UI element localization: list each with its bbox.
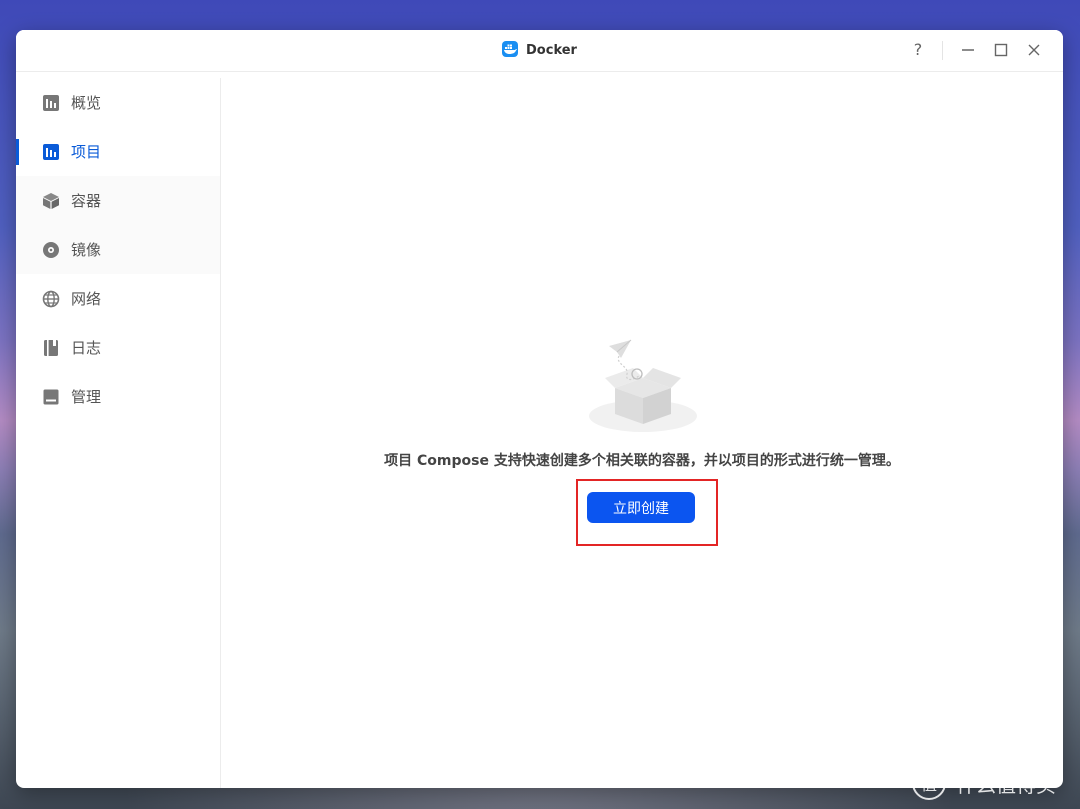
title-bar: Docker ? [16, 30, 1063, 72]
image-disc-icon [42, 241, 60, 259]
close-icon [1028, 44, 1040, 56]
sidebar-item-container[interactable]: 容器 [16, 176, 220, 225]
sidebar-item-label: 概览 [71, 94, 102, 112]
sidebar-item-management[interactable]: 管理 [16, 372, 220, 421]
sidebar-item-label: 项目 [71, 143, 102, 161]
annotation-highlight-box [576, 479, 718, 546]
watermark-text: 什么值得买 [956, 772, 1056, 797]
management-icon [42, 388, 60, 406]
sidebar-item-image[interactable]: 镜像 [16, 225, 220, 274]
main-content: 项目 Compose 支持快速创建多个相关联的容器，并以项目的形式进行统一管理。… [221, 72, 1063, 788]
close-button[interactable] [1022, 39, 1046, 61]
sidebar-item-label: 网络 [71, 290, 102, 308]
empty-state-message: 项目 Compose 支持快速创建多个相关联的容器，并以项目的形式进行统一管理。 [384, 453, 900, 469]
help-button[interactable]: ? [906, 39, 930, 61]
watermark-logo-icon: 值 [912, 766, 946, 800]
maximize-icon [994, 43, 1008, 57]
sidebar: 概览 项目 容器 镜像 网络 日志 管理 [16, 78, 221, 788]
title-divider [942, 41, 943, 60]
sidebar-item-label: 容器 [71, 192, 102, 210]
sidebar-item-log[interactable]: 日志 [16, 323, 220, 372]
docker-logo-icon [502, 41, 519, 57]
network-globe-icon [42, 290, 60, 308]
site-watermark: 值 什么值得买 [912, 766, 1056, 800]
minimize-button[interactable] [956, 39, 980, 61]
sidebar-item-label: 管理 [71, 388, 102, 406]
sidebar-item-project[interactable]: 项目 [16, 127, 220, 176]
window-title-text: Docker [526, 43, 577, 58]
sidebar-item-label: 日志 [71, 339, 102, 357]
overview-chart-icon [42, 94, 60, 112]
project-chart-icon [42, 143, 60, 161]
container-cube-icon [42, 192, 60, 210]
log-book-icon [42, 339, 60, 357]
docker-window: Docker ? 概览 项目 容器 镜像 网络 日志 管理 项目 Compose… [16, 30, 1063, 788]
sidebar-item-label: 镜像 [71, 241, 102, 259]
maximize-button[interactable] [989, 39, 1013, 61]
sidebar-item-network[interactable]: 网络 [16, 274, 220, 323]
empty-box-illustration [589, 339, 697, 432]
sidebar-item-overview[interactable]: 概览 [16, 78, 220, 127]
minimize-icon [962, 49, 974, 51]
